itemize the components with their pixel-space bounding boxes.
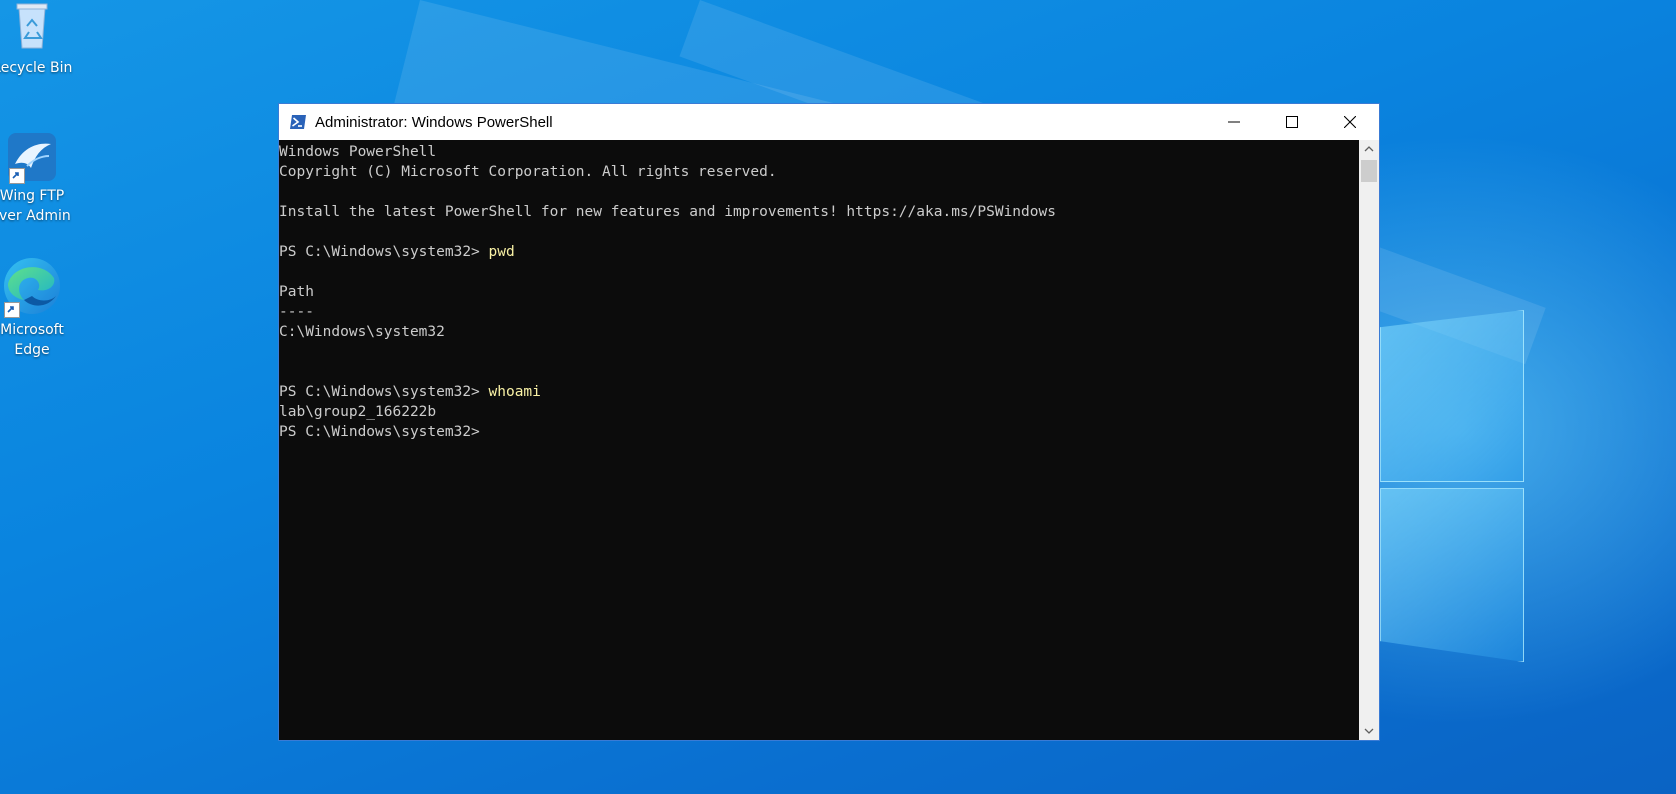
desktop-icon-microsoft-edge[interactable]: Microsoft Edge (0, 256, 78, 360)
windows-logo-pane-bottom (1380, 488, 1524, 662)
chevron-down-icon (1364, 728, 1374, 734)
console-line: PS C:\Windows\system32> pwd (279, 244, 515, 260)
chevron-up-icon (1364, 146, 1374, 152)
maximize-icon (1286, 116, 1298, 128)
console-line: Copyright (C) Microsoft Corporation. All… (279, 164, 777, 180)
maximize-button[interactable] (1263, 104, 1321, 140)
desktop-icon-wing-ftp[interactable]: Wing FTP rver Admin (0, 132, 78, 226)
shortcut-arrow-icon (9, 168, 25, 184)
console-line: PS C:\Windows\system32> (279, 424, 480, 440)
desktop-icon-label: Edge (14, 342, 50, 358)
console-line: PS C:\Windows\system32> whoami (279, 384, 541, 400)
minimize-button[interactable] (1205, 104, 1263, 140)
close-button[interactable] (1321, 104, 1379, 140)
window-controls (1205, 104, 1379, 140)
minimize-icon (1228, 121, 1240, 123)
edge-icon (2, 256, 62, 318)
shortcut-arrow-icon (4, 302, 20, 318)
windows-logo-pane-top (1380, 310, 1524, 482)
console-line: Install the latest PowerShell for new fe… (279, 204, 1056, 220)
window-titlebar[interactable]: Administrator: Windows PowerShell (279, 104, 1379, 140)
desktop-icon-label: Microsoft (0, 322, 64, 338)
vertical-scrollbar[interactable] (1359, 140, 1379, 740)
console-line: ---- (279, 304, 314, 320)
console-line: lab\group2_166222b (279, 404, 437, 420)
scrollbar-thumb[interactable] (1361, 160, 1377, 182)
recycle-bin-icon (7, 0, 57, 50)
desktop-icon-label: Recycle Bin (0, 60, 73, 76)
console-line: Windows PowerShell (279, 144, 437, 160)
desktop-icon-recycle-bin[interactable]: Recycle Bin (0, 0, 78, 78)
powershell-window[interactable]: Administrator: Windows PowerShell Window… (278, 103, 1380, 741)
powershell-icon (289, 114, 307, 130)
console-line: Path (279, 284, 314, 300)
console-line: C:\Windows\system32 (279, 324, 445, 340)
console-output[interactable]: Windows PowerShell Copyright (C) Microso… (279, 140, 1359, 740)
scroll-down-button[interactable] (1359, 722, 1379, 740)
desktop-icon-label: rver Admin (0, 208, 71, 224)
desktop-icon-label: Wing FTP (0, 188, 65, 204)
window-title: Administrator: Windows PowerShell (315, 113, 553, 131)
scroll-up-button[interactable] (1359, 140, 1379, 158)
close-icon (1344, 116, 1356, 128)
wing-ftp-icon (7, 132, 57, 184)
